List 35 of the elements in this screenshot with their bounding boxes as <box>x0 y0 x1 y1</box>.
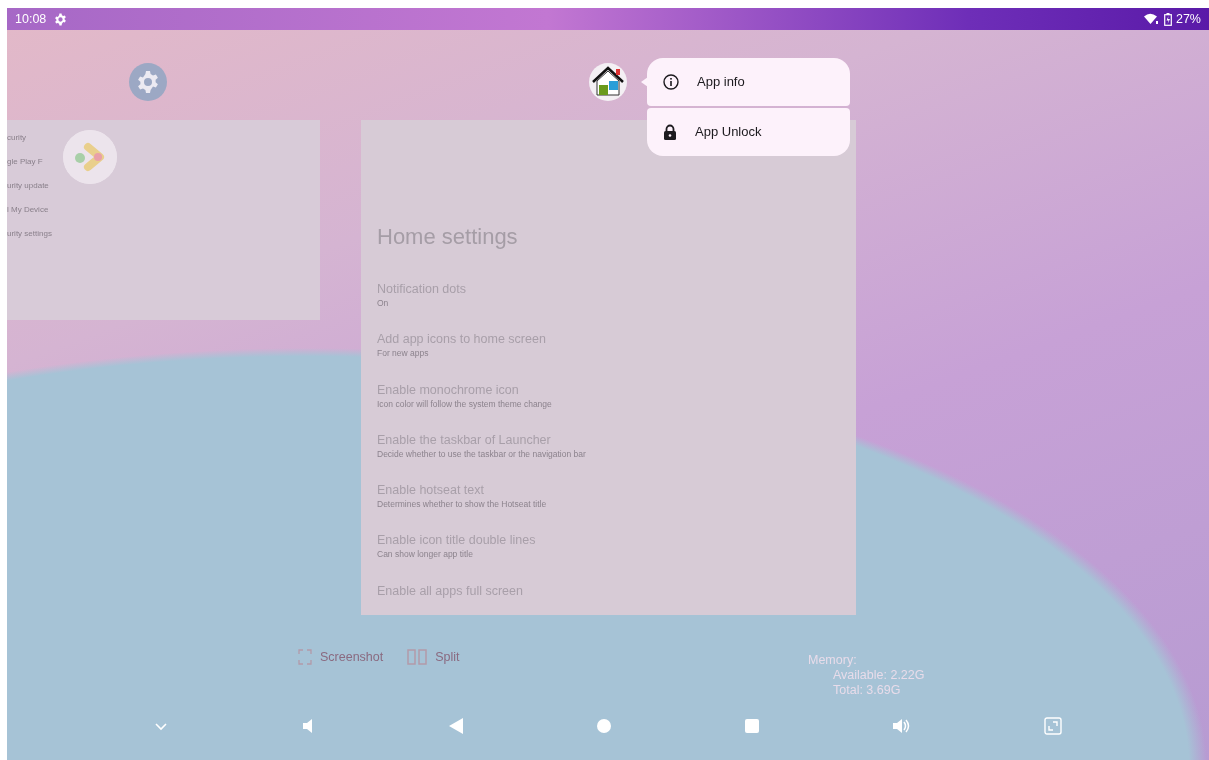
expand-icon[interactable] <box>1044 717 1063 735</box>
home-icon[interactable] <box>596 719 611 733</box>
task-preview-card[interactable] <box>361 120 856 615</box>
menu-item[interactable]: App Unlock <box>647 108 850 156</box>
battery-percent: 27% <box>1175 10 1201 28</box>
menu-pointer <box>641 77 648 87</box>
setting-summary: For new apps <box>377 347 430 361</box>
preview-text: urity settings <box>7 228 53 240</box>
screenshot-button[interactable]: Screenshot <box>298 647 384 667</box>
setting-summary: Can show longer app title <box>377 548 474 562</box>
volume-up-icon[interactable] <box>892 718 911 734</box>
setting-summary: Determines whether to show the Hotseat title <box>377 498 548 512</box>
gear-icon <box>54 12 68 26</box>
memory-label: Memory: <box>808 652 858 668</box>
screenshot-icon <box>298 649 312 665</box>
battery-charging-icon <box>1163 12 1172 26</box>
preview-text: urity update <box>7 180 50 192</box>
split-icon <box>407 649 428 665</box>
memory-total: Total: 3.69G <box>832 682 902 698</box>
info-icon <box>663 74 679 90</box>
recents-icon[interactable] <box>744 719 759 733</box>
menu-item[interactable]: App info <box>647 58 850 106</box>
house-app-icon[interactable] <box>589 63 627 101</box>
back-icon[interactable] <box>449 718 464 734</box>
settings-app-icon[interactable] <box>129 63 167 101</box>
wifi-icon <box>1143 13 1160 25</box>
split-button[interactable]: Split <box>407 647 460 667</box>
setting-summary: Decide whether to use the taskbar or the navigation bar <box>377 447 587 461</box>
preview-text: curity <box>7 132 28 144</box>
setting-summary: Icon color will follow the system theme change <box>377 397 553 411</box>
chevron-down-icon[interactable] <box>153 721 168 731</box>
memory-available: Available: 2.22G <box>832 667 925 683</box>
status-time: 10:08 <box>15 10 47 28</box>
lock-icon <box>663 124 677 140</box>
setting-summary: On <box>377 297 390 310</box>
